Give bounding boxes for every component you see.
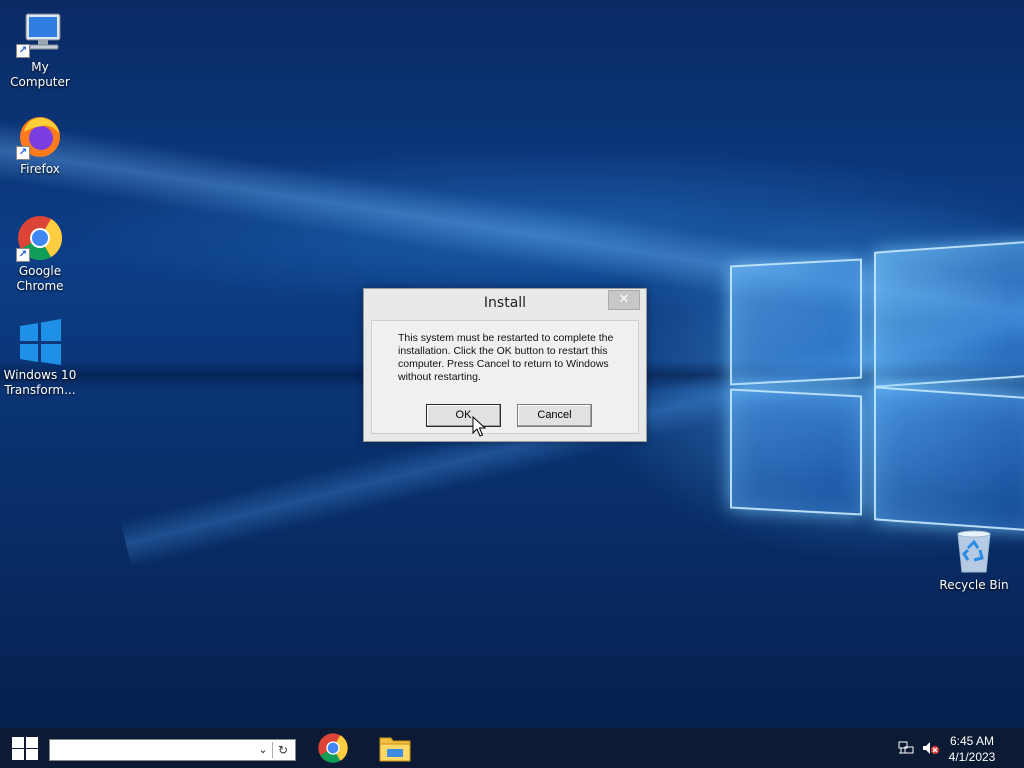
network-icon — [898, 741, 914, 754]
taskbar-app-file-explorer[interactable] — [371, 728, 419, 768]
shortcut-arrow-icon: ↗ — [16, 44, 30, 58]
chrome-icon: ↗ — [16, 214, 64, 262]
desktop-icon-google-chrome[interactable]: ↗ Google Chrome — [0, 214, 80, 294]
wallpaper-logo-pane — [874, 240, 1024, 388]
ok-button[interactable]: OK — [426, 404, 501, 427]
volume-muted-icon — [923, 742, 939, 754]
chrome-icon — [318, 733, 348, 763]
desktop-icon-label: Recycle Bin — [939, 578, 1009, 592]
recycle-bin-icon — [950, 528, 998, 576]
dialog-message: This system must be restarted to complet… — [398, 332, 614, 383]
shortcut-arrow-icon: ↗ — [16, 146, 30, 160]
taskbar: ⌄ ↻ 6:45 AM 4/1/2023 — [0, 728, 1024, 768]
start-button[interactable] — [0, 728, 48, 768]
computer-icon: ↗ — [16, 10, 64, 58]
install-dialog: Install ✕ This system must be restarted … — [363, 288, 647, 442]
wallpaper-logo-pane — [874, 386, 1024, 532]
search-input[interactable]: ⌄ ↻ — [49, 739, 296, 761]
windows-logo-icon — [16, 318, 64, 366]
dialog-title: Install — [483, 295, 527, 311]
refresh-icon[interactable]: ↻ — [275, 740, 291, 760]
desktop-icon-label: My Computer — [10, 60, 70, 89]
windows-logo-icon — [12, 737, 38, 760]
chevron-down-icon[interactable]: ⌄ — [257, 740, 269, 760]
divider — [272, 742, 273, 758]
cancel-button[interactable]: Cancel — [517, 404, 592, 427]
clock-time: 6:45 AM — [949, 734, 995, 748]
dialog-body: This system must be restarted to complet… — [371, 320, 639, 434]
firefox-icon: ↗ — [16, 112, 64, 160]
shortcut-arrow-icon: ↗ — [16, 248, 30, 262]
desktop: ↗ My Computer ↗ Firefox ↗ Google Chrome … — [0, 0, 1024, 728]
close-button[interactable]: ✕ — [608, 290, 640, 310]
desktop-icon-label: Windows 10 Transform... — [3, 368, 77, 397]
desktop-icon-label: Firefox — [20, 162, 60, 176]
wallpaper-logo-pane — [730, 258, 862, 386]
wallpaper-logo-pane — [730, 388, 862, 516]
tray-network[interactable] — [898, 741, 914, 758]
mouse-cursor-icon — [472, 416, 486, 437]
desktop-icon-label: Google Chrome — [16, 264, 64, 293]
desktop-icon-recycle-bin[interactable]: Recycle Bin — [934, 528, 1014, 593]
file-explorer-icon — [379, 737, 411, 762]
desktop-icon-windows10-transform[interactable]: Windows 10 Transform... — [0, 318, 80, 398]
taskbar-app-chrome[interactable] — [309, 728, 357, 768]
desktop-icon-firefox[interactable]: ↗ Firefox — [0, 112, 80, 177]
clock-date: 4/1/2023 — [948, 750, 996, 764]
clock[interactable]: 6:45 AM 4/1/2023 — [942, 733, 1002, 765]
tray-volume[interactable] — [922, 741, 940, 758]
desktop-icon-my-computer[interactable]: ↗ My Computer — [0, 10, 80, 90]
